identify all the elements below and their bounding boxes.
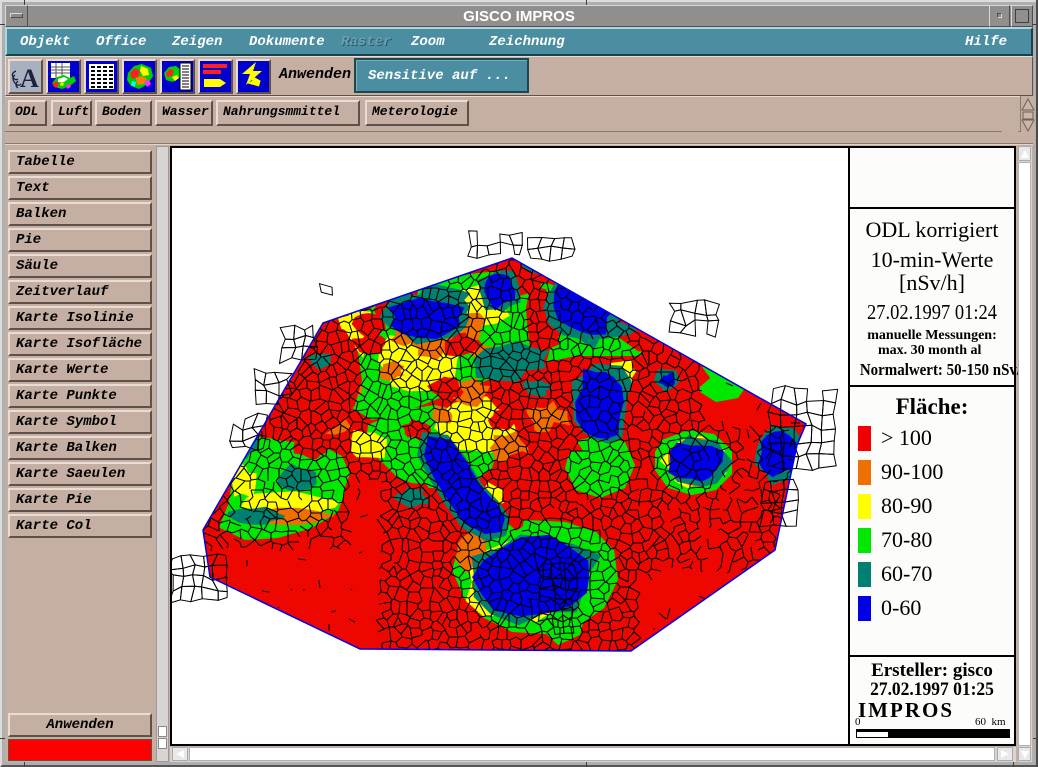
svg-text:A: A	[20, 64, 39, 92]
